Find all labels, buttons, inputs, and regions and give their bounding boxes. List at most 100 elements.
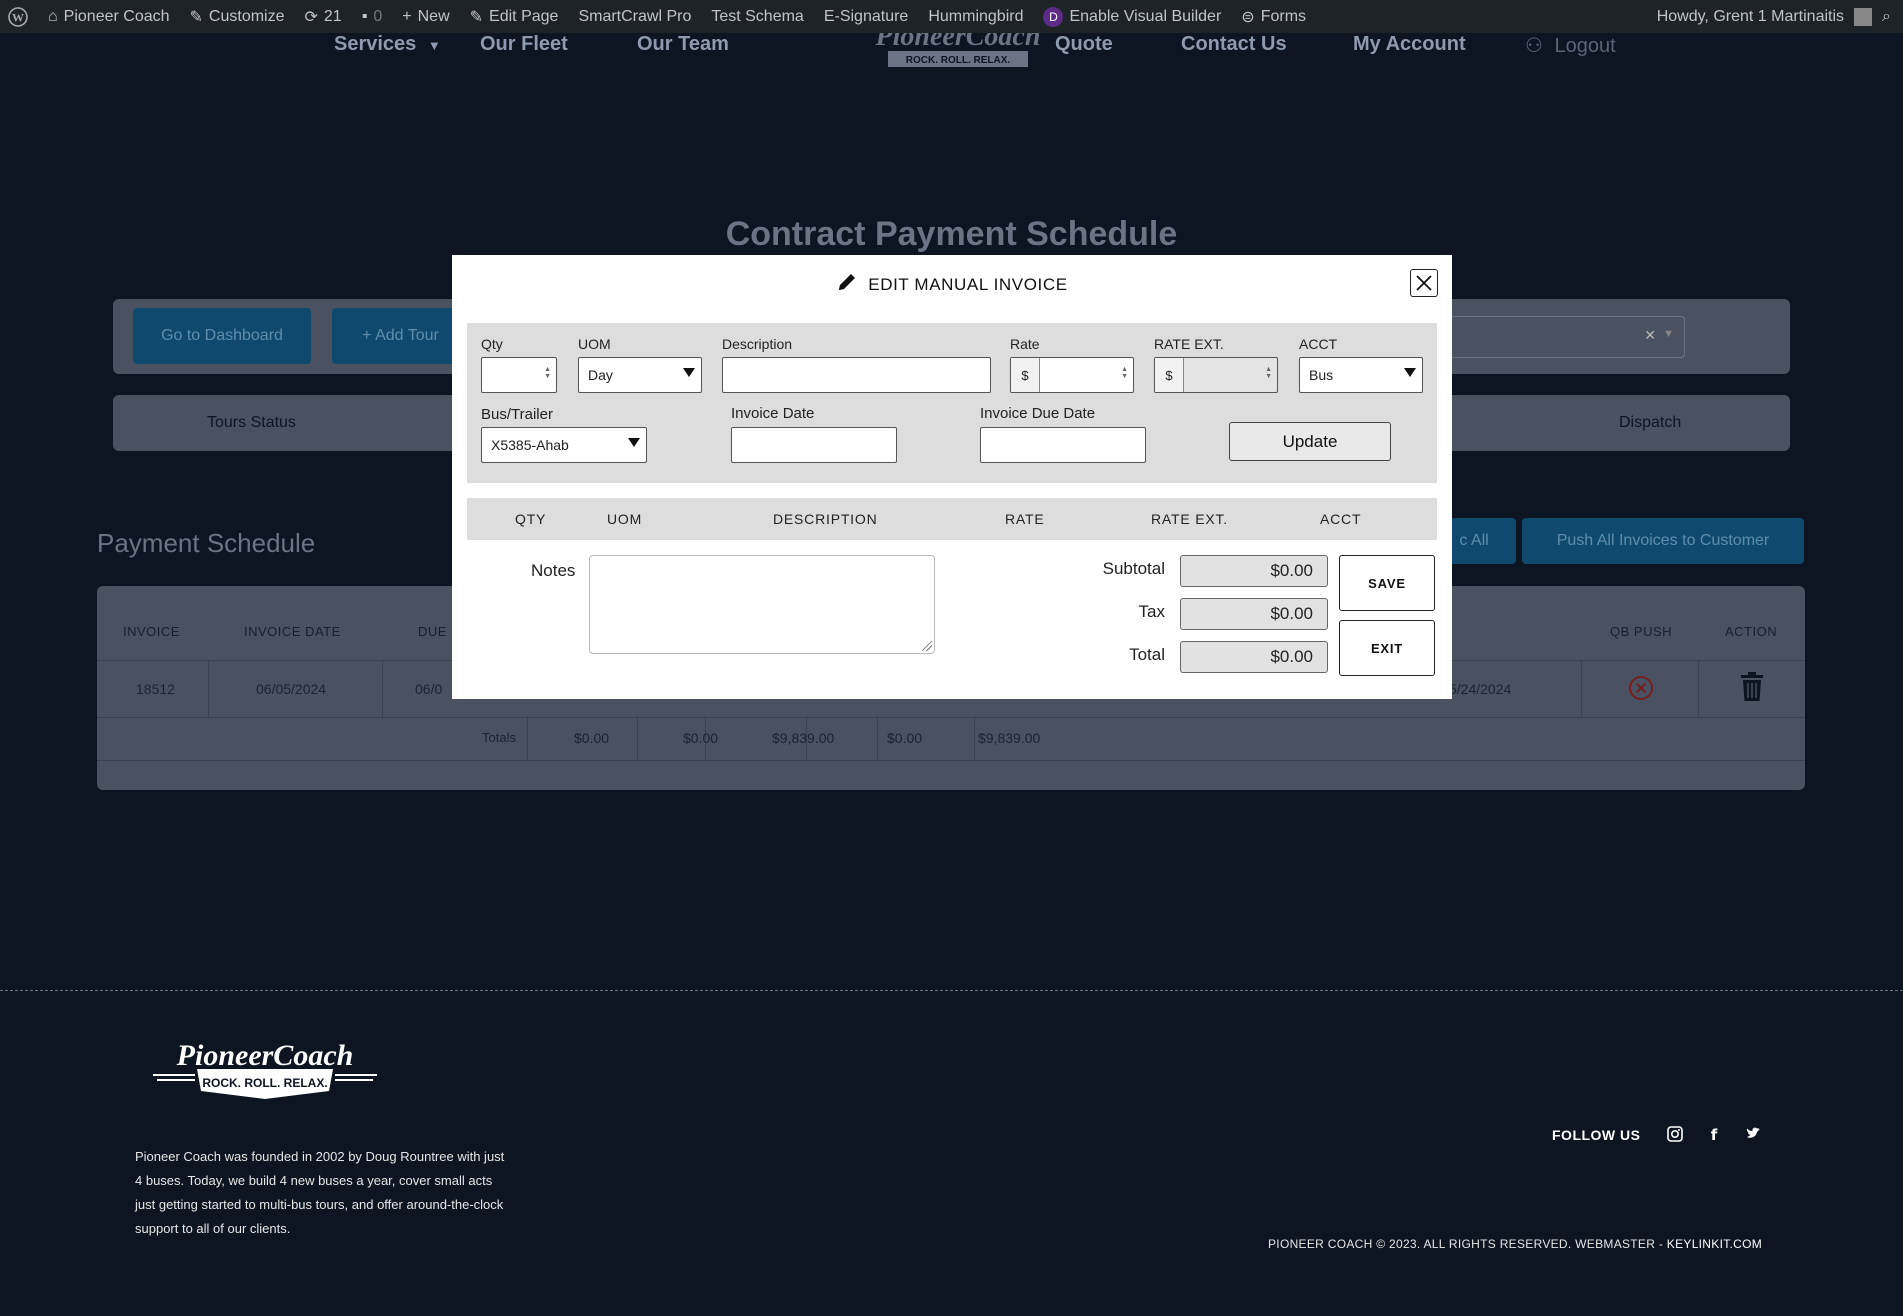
facebook-icon[interactable]: f: [1704, 1126, 1724, 1146]
totals-row: Totals $0.00 $0.00 $9,839.00 $0.00 $9,83…: [97, 716, 1805, 761]
modal-title: EDIT MANUAL INVOICE: [868, 274, 1068, 294]
admin-site-link[interactable]: ⌂ Pioneer Coach: [48, 8, 170, 26]
row-due-date-end: 5/24/2024: [1449, 681, 1512, 697]
chevron-down-icon: ▼: [427, 38, 441, 53]
nav-contact-us[interactable]: Contact Us: [1181, 33, 1287, 56]
col-qb-push: QB PUSH: [1610, 624, 1673, 639]
rate-ext-label: RATE EXT.: [1154, 336, 1224, 352]
description-field[interactable]: [722, 357, 991, 393]
nav-quote[interactable]: Quote: [1055, 33, 1113, 56]
col-rate: RATE: [1005, 511, 1045, 527]
totals-value: $0.00: [574, 730, 610, 746]
pencil-icon: [836, 271, 858, 298]
instagram-icon[interactable]: [1665, 1126, 1685, 1146]
col-due: DUE: [418, 624, 447, 639]
admin-comments-link[interactable]: ▪ 0: [362, 8, 383, 26]
bus-trailer-select[interactable]: X5385-Ahab: [481, 427, 647, 463]
save-button[interactable]: SAVE: [1339, 555, 1435, 611]
clear-icon[interactable]: ✕: [1644, 327, 1656, 344]
notes-textarea[interactable]: [589, 555, 935, 654]
modal-header: EDIT MANUAL INVOICE: [452, 271, 1452, 298]
tab-tours-status[interactable]: Tours Status: [207, 414, 296, 432]
footer-divider: [0, 990, 1903, 991]
footer-about: Pioneer Coach was founded in 2002 by Dou…: [135, 1149, 505, 1236]
avatar[interactable]: [1854, 7, 1873, 26]
invoice-date-field[interactable]: [731, 427, 897, 463]
admin-edit-page-link[interactable]: ✎ Edit Page: [470, 7, 559, 27]
admin-esignature-link[interactable]: E-Signature: [824, 8, 909, 26]
line-items-header: QTY UOM DESCRIPTION RATE RATE EXT. ACCT: [467, 498, 1437, 540]
footer-logo-text: PioneerCoach: [176, 1039, 354, 1072]
rate-label: Rate: [1010, 336, 1040, 352]
home-icon: ⌂: [48, 7, 58, 25]
exit-button[interactable]: EXIT: [1339, 620, 1435, 676]
row-due-date: 06/0: [415, 681, 443, 697]
footer-logo[interactable]: PioneerCoach ROCK. ROLL. RELAX.: [135, 1037, 395, 1107]
invoice-date-label: Invoice Date: [731, 405, 815, 422]
twitter-icon[interactable]: [1743, 1126, 1763, 1146]
rate-field[interactable]: $ ▲ ▼: [1010, 357, 1134, 393]
stepper-icon[interactable]: ▲ ▼: [1121, 366, 1128, 380]
comment-icon: ▪: [361, 7, 368, 25]
col-invoice: INVOICE: [123, 624, 180, 639]
push-all-invoices-button[interactable]: Push All Invoices to Customer: [1522, 518, 1804, 564]
description-label: Description: [722, 336, 793, 352]
qty-label: Qty: [481, 336, 503, 352]
dollar-prefix: $: [1155, 358, 1184, 392]
copyright-text: PIONEER COACH © 2023. ALL RIGHTS RESERVE…: [1268, 1237, 1763, 1251]
admin-new-link[interactable]: + New: [402, 8, 449, 26]
total-label: Total: [1129, 645, 1165, 664]
qb-push-status-icon[interactable]: [1628, 675, 1654, 704]
nav-our-team[interactable]: Our Team: [637, 33, 729, 56]
plus-icon: +: [402, 7, 412, 25]
edit-invoice-modal: EDIT MANUAL INVOICE Qty ▲ ▼ UOM Day Descr…: [452, 255, 1452, 699]
footer-logo-tagline: ROCK. ROLL. RELAX.: [202, 1076, 327, 1090]
search-icon[interactable]: ⌕: [1882, 8, 1891, 26]
nav-our-fleet[interactable]: Our Fleet: [480, 33, 568, 56]
uom-select[interactable]: Day: [578, 357, 702, 393]
invoice-due-date-label: Invoice Due Date: [980, 405, 1096, 422]
row-invoice-date: 06/05/2024: [256, 681, 327, 697]
admin-bar: W ⌂ Pioneer Coach ✎ Customize ⟳ 21 ▪ 0 +…: [0, 0, 1903, 33]
qty-field[interactable]: ▲ ▼: [481, 357, 557, 393]
nav-my-account[interactable]: My Account: [1353, 33, 1466, 56]
webmaster-link[interactable]: KEYLINKIT.COM: [1667, 1237, 1762, 1251]
nav-services[interactable]: Services ▼: [334, 33, 441, 56]
admin-test-schema-link[interactable]: Test Schema: [711, 8, 803, 26]
stepper-icon[interactable]: ▲ ▼: [544, 366, 551, 380]
pencil-icon: ✎: [469, 8, 484, 26]
delete-icon[interactable]: [1740, 672, 1764, 705]
nav-logout[interactable]: ⚇ Logout: [1525, 33, 1616, 58]
admin-customize-link[interactable]: ✎ Customize: [190, 7, 285, 27]
totals-value: $0.00: [887, 730, 923, 746]
admin-smartcrawl-link[interactable]: SmartCrawl Pro: [578, 8, 691, 26]
admin-updates-link[interactable]: ⟳ 21: [305, 7, 342, 27]
acct-select[interactable]: Bus: [1299, 357, 1423, 393]
col-description: DESCRIPTION: [773, 511, 878, 527]
admin-visual-builder-link[interactable]: D Enable Visual Builder: [1043, 6, 1221, 27]
chevron-down-icon: [683, 368, 695, 377]
row-invoice[interactable]: 18512: [136, 681, 175, 697]
admin-forms-link[interactable]: ⊜ Forms: [1241, 7, 1306, 27]
updates-icon: ⟳: [304, 8, 318, 26]
svg-text:W: W: [12, 10, 24, 24]
rate-ext-field: $ ▲ ▼: [1154, 357, 1278, 393]
invoice-line-form: Qty ▲ ▼ UOM Day Description Rate $ ▲ ▼ RAT…: [467, 323, 1437, 483]
close-button[interactable]: [1410, 269, 1438, 297]
go-to-dashboard-button[interactable]: Go to Dashboard: [133, 308, 311, 364]
tab-dispatch[interactable]: Dispatch: [1619, 414, 1681, 432]
admin-hummingbird-link[interactable]: Hummingbird: [928, 8, 1023, 26]
bus-trailer-label: Bus/Trailer: [481, 406, 553, 423]
wordpress-icon[interactable]: W: [8, 6, 28, 27]
chevron-down-icon: ▼: [1663, 328, 1674, 340]
update-button[interactable]: Update: [1229, 422, 1391, 461]
admin-account-link[interactable]: Howdy, Grent 1 Martinaitis: [1657, 8, 1844, 26]
follow-us-label: FOLLOW US: [1552, 1127, 1641, 1143]
add-tour-button[interactable]: + Add Tour: [332, 308, 469, 364]
payment-schedule-title: Payment Schedule: [97, 528, 316, 558]
col-acct: ACCT: [1320, 511, 1362, 527]
resize-handle-icon[interactable]: [922, 641, 932, 651]
forms-icon: ⊜: [1241, 8, 1255, 26]
divi-icon: D: [1043, 6, 1064, 27]
invoice-due-date-field[interactable]: [980, 427, 1146, 463]
